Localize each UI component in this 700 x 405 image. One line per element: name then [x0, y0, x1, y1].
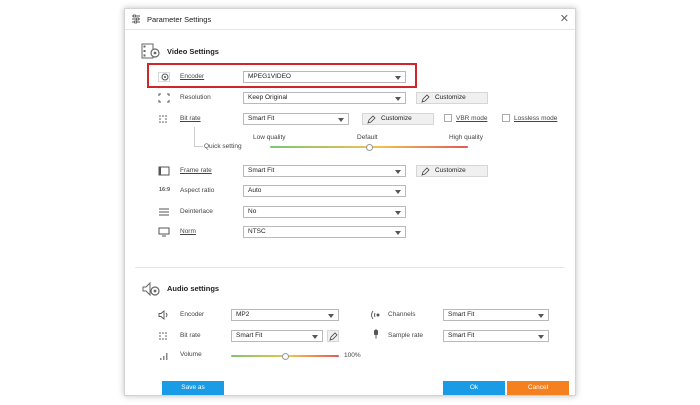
save-as-button[interactable]: Save as — [162, 381, 224, 395]
volume-label: Volume — [180, 351, 202, 358]
pencil-icon — [329, 332, 338, 341]
vbr-mode-checkbox[interactable] — [444, 114, 452, 122]
pencil-icon — [421, 94, 430, 103]
framerate-label[interactable]: Frame rate — [180, 167, 212, 174]
default-quality-label: Default — [357, 134, 378, 141]
framerate-customize-label: Customize — [435, 167, 466, 174]
chevron-down-icon — [538, 314, 544, 318]
video-bitrate-value: Smart Fit — [248, 115, 275, 122]
low-quality-label: Low quality — [253, 134, 286, 141]
channels-icon — [371, 310, 380, 320]
audio-bitrate-select[interactable]: Smart Fit — [231, 330, 323, 342]
bitrate-label[interactable]: Bit rate — [180, 115, 201, 122]
video-settings-icon — [141, 43, 160, 59]
resolution-value: Keep Original — [248, 94, 288, 101]
quick-setting-connector — [194, 127, 195, 147]
quick-setting-label: Quick setting — [204, 143, 242, 150]
lossless-mode-label[interactable]: Lossless mode — [514, 115, 557, 122]
speaker-icon — [158, 310, 168, 320]
cancel-button[interactable]: Cancel — [507, 381, 569, 395]
audio-bitrate-dots-icon — [159, 332, 167, 340]
aspect-ratio-icon: 16:9 — [159, 187, 171, 193]
bitrate-customize-label: Customize — [381, 115, 412, 122]
lossless-mode-checkbox[interactable] — [502, 114, 510, 122]
samplerate-value: Smart Fit — [448, 332, 475, 339]
resolution-select[interactable]: Keep Original — [243, 92, 406, 104]
resolution-icon — [158, 93, 170, 103]
chevron-down-icon — [338, 118, 344, 122]
norm-select[interactable]: NTSC — [243, 226, 406, 238]
window-title: Parameter Settings — [147, 15, 212, 24]
aspect-ratio-value: Auto — [248, 187, 262, 194]
channels-value: Smart Fit — [448, 311, 475, 318]
norm-value: NTSC — [248, 228, 266, 235]
audio-settings-title: Audio settings — [167, 284, 220, 293]
norm-label[interactable]: Norm — [180, 228, 196, 235]
microphone-icon — [374, 329, 378, 339]
resolution-customize-button[interactable]: Customize — [416, 92, 488, 104]
samplerate-label: Sample rate — [388, 332, 424, 339]
title-bar: Parameter Settings ✕ — [125, 9, 575, 30]
resolution-label: Resolution — [180, 94, 211, 101]
aspect-ratio-select[interactable]: Auto — [243, 185, 406, 197]
vbr-mode-label[interactable]: VBR mode — [456, 115, 487, 122]
chevron-down-icon — [395, 170, 401, 174]
audio-bitrate-label: Bit rate — [180, 332, 201, 339]
quality-slider-knob[interactable] — [365, 144, 373, 151]
pencil-icon — [367, 115, 376, 124]
deinterlace-lines-icon — [159, 208, 169, 216]
video-bitrate-select[interactable]: Smart Fit — [243, 113, 349, 125]
resolution-customize-label: Customize — [435, 94, 466, 101]
volume-value: 100% — [344, 352, 361, 359]
settings-sliders-icon — [132, 14, 140, 24]
close-icon[interactable]: ✕ — [560, 12, 569, 25]
high-quality-label: High quality — [449, 134, 483, 141]
deinterlace-value: No — [248, 208, 257, 215]
framerate-select[interactable]: Smart Fit — [243, 165, 406, 177]
film-frame-icon — [158, 166, 170, 176]
chevron-down-icon — [395, 231, 401, 235]
pencil-icon — [421, 167, 430, 176]
deinterlace-label: Deinterlace — [180, 208, 213, 215]
section-divider — [135, 267, 565, 268]
volume-slider-knob[interactable] — [281, 353, 289, 360]
channels-select[interactable]: Smart Fit — [443, 309, 549, 321]
deinterlace-select[interactable]: No — [243, 206, 406, 218]
chevron-down-icon — [312, 335, 318, 339]
audio-encoder-select[interactable]: MP2 — [231, 309, 339, 321]
chevron-down-icon — [328, 314, 334, 318]
monitor-icon — [158, 227, 170, 237]
bitrate-customize-button[interactable]: Customize — [362, 113, 434, 125]
quick-setting-connector-h — [194, 146, 203, 147]
audio-encoder-label: Encoder — [180, 311, 205, 318]
chevron-down-icon — [395, 190, 401, 194]
samplerate-select[interactable]: Smart Fit — [443, 330, 549, 342]
chevron-down-icon — [395, 97, 401, 101]
video-settings-title: Video Settings — [167, 47, 219, 56]
bitrate-dots-icon — [159, 115, 167, 123]
audio-settings-icon — [142, 281, 160, 297]
audio-bitrate-edit-button[interactable] — [327, 330, 339, 342]
audio-bitrate-value: Smart Fit — [236, 332, 263, 339]
volume-bars-icon — [160, 353, 168, 360]
aspect-ratio-label: Aspect ratio — [180, 187, 215, 194]
channels-label: Channels — [388, 311, 416, 318]
framerate-value: Smart Fit — [248, 167, 275, 174]
audio-encoder-value: MP2 — [236, 311, 250, 318]
parameter-settings-dialog: Parameter Settings ✕ Video Settings Enco… — [124, 8, 576, 396]
encoder-highlight-box — [147, 63, 417, 88]
chevron-down-icon — [538, 335, 544, 339]
chevron-down-icon — [395, 211, 401, 215]
ok-button[interactable]: Ok — [443, 381, 505, 395]
framerate-customize-button[interactable]: Customize — [416, 165, 488, 177]
